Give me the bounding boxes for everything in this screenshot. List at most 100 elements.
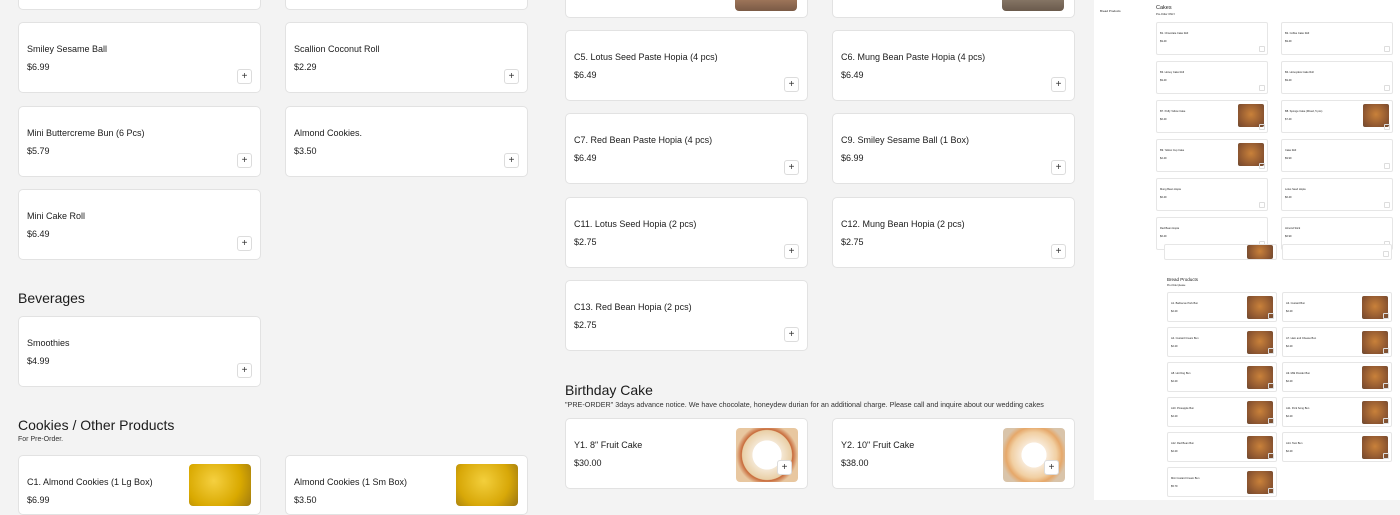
item-price: $6.99 bbox=[27, 495, 50, 505]
menu-item-card[interactable]: C9. Smiley Sesame Ball (1 Box) $6.99 + bbox=[832, 113, 1075, 184]
menu-item-card[interactable]: Scallion Coconut Roll $2.29 + bbox=[285, 22, 528, 93]
overview-item-price: $2.29 bbox=[1171, 310, 1178, 313]
overview-item-card: A3. Custard Bun $2.29 bbox=[1282, 292, 1392, 322]
overview-add-button bbox=[1383, 418, 1389, 424]
overview-item-price: $9.49 bbox=[1285, 79, 1292, 82]
overview-add-button bbox=[1383, 453, 1389, 459]
overview-item-card: B1. Chocolate Cake Roll $9.49 bbox=[1156, 22, 1268, 55]
overview-add-button bbox=[1268, 418, 1274, 424]
overview-item-price: $6.99 bbox=[1285, 235, 1292, 238]
overview-item-image bbox=[1247, 245, 1273, 259]
overview-item-price: $2.29 bbox=[1171, 345, 1178, 348]
add-button[interactable]: + bbox=[237, 236, 252, 251]
item-image bbox=[735, 0, 797, 11]
menu-item-card[interactable]: C5. Lotus Seed Paste Hopia (4 pcs) $6.49… bbox=[565, 30, 808, 101]
overview-item-name: A14. Taro Bun bbox=[1286, 442, 1303, 445]
section-title-birthday-cake: Birthday Cake bbox=[565, 382, 653, 398]
menu-item-card[interactable]: C1. Almond Cookies (1 Lg Box) $6.99 bbox=[18, 455, 261, 515]
menu-item-card[interactable]: Almond Cookies. $3.50 + bbox=[285, 106, 528, 177]
overview-item-card: A9. Milk Powder Bun $2.29 bbox=[1282, 362, 1392, 392]
item-price: $3.50 bbox=[294, 146, 317, 156]
add-button[interactable]: + bbox=[237, 69, 252, 84]
overview-item-name: B4. Honeydew Cake Roll bbox=[1285, 71, 1314, 74]
overview-item-card: A1. Barbecue Pork Bun $2.29 bbox=[1167, 292, 1277, 322]
menu-item-card[interactable] bbox=[565, 0, 808, 18]
menu-item-card[interactable]: C13. Red Bean Hopia (2 pcs) $2.75 + bbox=[565, 280, 808, 351]
overview-item-price: $9.49 bbox=[1160, 79, 1167, 82]
add-button[interactable]: + bbox=[784, 77, 799, 92]
overview-add-button bbox=[1384, 202, 1390, 208]
menu-item-card[interactable] bbox=[18, 0, 261, 10]
overview-item-price: $7.49 bbox=[1285, 118, 1292, 121]
add-button[interactable]: + bbox=[784, 160, 799, 175]
add-button[interactable]: + bbox=[1051, 160, 1066, 175]
overview-item-name: A10. Pineapple Bun bbox=[1171, 407, 1194, 410]
menu-item-card[interactable]: Mini Cake Roll $6.49 + bbox=[18, 189, 261, 260]
item-price: $6.49 bbox=[841, 70, 864, 80]
menu-item-card[interactable] bbox=[285, 0, 528, 10]
overview-item-name: B1. Chocolate Cake Roll bbox=[1160, 32, 1189, 35]
menu-item-card[interactable]: Smiley Sesame Ball $6.99 + bbox=[18, 22, 261, 93]
menu-item-card[interactable] bbox=[832, 0, 1075, 18]
add-button[interactable]: + bbox=[1044, 460, 1059, 475]
add-button[interactable]: + bbox=[777, 460, 792, 475]
add-button[interactable]: + bbox=[1051, 244, 1066, 259]
overview-item-price: $9.99 bbox=[1285, 157, 1292, 160]
menu-item-card[interactable]: C6. Mung Bean Paste Hopia (4 pcs) $6.49 … bbox=[832, 30, 1075, 101]
menu-item-card[interactable]: C7. Red Bean Paste Hopia (4 pcs) $6.49 + bbox=[565, 113, 808, 184]
menu-item-card[interactable]: Smoothies $4.99 + bbox=[18, 316, 261, 387]
overview-item-price: $2.29 bbox=[1286, 380, 1293, 383]
overview-add-button bbox=[1383, 348, 1389, 354]
add-button[interactable]: + bbox=[784, 327, 799, 342]
overview-item-card: B9. Yellow Cup Cake $2.49 bbox=[1156, 139, 1268, 172]
overview-item-card: A10. Pineapple Bun $2.29 bbox=[1167, 397, 1277, 427]
section-subtitle-cookies: For Pre-Order. bbox=[18, 436, 64, 443]
overview-add-button bbox=[1259, 124, 1265, 130]
overview-item-name: B9. Yellow Cup Cake bbox=[1160, 149, 1185, 152]
overview-add-button bbox=[1383, 251, 1389, 257]
item-price: $5.79 bbox=[27, 146, 50, 156]
item-price: $6.99 bbox=[841, 153, 864, 163]
item-image bbox=[1002, 0, 1064, 11]
overview-item-price: $5.79 bbox=[1171, 485, 1178, 488]
menu-item-card[interactable]: Y2. 10" Fruit Cake $38.00 + bbox=[832, 418, 1075, 489]
menu-item-card[interactable]: C11. Lotus Seed Hopia (2 pcs) $2.75 + bbox=[565, 197, 808, 268]
overview-item-price: $9.49 bbox=[1285, 40, 1292, 43]
item-price: $3.50 bbox=[294, 495, 317, 505]
overview-item-price: $6.49 bbox=[1285, 196, 1292, 199]
overview-item-card: Cake Roll $9.99 bbox=[1281, 139, 1393, 172]
overview-item-name: Mung Bean Hopia bbox=[1160, 188, 1181, 191]
add-button[interactable]: + bbox=[237, 153, 252, 168]
section-subtitle-birthday-cake: "PRE-ORDER" 3days advance notice. We hav… bbox=[565, 400, 1044, 409]
item-name: C13. Red Bean Hopia (2 pcs) bbox=[574, 302, 692, 312]
overview-item-card: A11. Pork Song Bun $2.29 bbox=[1282, 397, 1392, 427]
add-button[interactable]: + bbox=[504, 69, 519, 84]
overview-item-name: Cake Roll bbox=[1285, 149, 1297, 152]
menu-item-card[interactable]: Mini Buttercreme Bun (6 Pcs) $5.79 + bbox=[18, 106, 261, 177]
overview-item-card: B4. Honeydew Cake Roll $9.49 bbox=[1281, 61, 1393, 94]
overview-add-button bbox=[1259, 46, 1265, 52]
overview-item-card: A12. Red Bean Bun $2.29 bbox=[1167, 432, 1277, 462]
item-price: $6.99 bbox=[27, 62, 50, 72]
item-price: $6.49 bbox=[574, 153, 597, 163]
item-price: $2.29 bbox=[294, 62, 317, 72]
section-title-cookies: Cookies / Other Products bbox=[18, 417, 175, 433]
overview-cakes-title: Cakes bbox=[1156, 5, 1172, 11]
overview-item-price: $2.29 bbox=[1286, 415, 1293, 418]
add-button[interactable]: + bbox=[1051, 77, 1066, 92]
overview-item-price: $2.29 bbox=[1286, 450, 1293, 453]
overview-item-card: Lotus Seed Hopia $6.49 bbox=[1281, 178, 1393, 211]
menu-item-card[interactable]: Y1. 8" Fruit Cake $30.00 + bbox=[565, 418, 808, 489]
item-price: $30.00 bbox=[574, 458, 602, 468]
overview-nav-bread-products[interactable]: Bread Products bbox=[1100, 9, 1121, 13]
add-button[interactable]: + bbox=[504, 153, 519, 168]
menu-item-card[interactable]: Almond Cookies (1 Sm Box) $3.50 bbox=[285, 455, 528, 515]
add-button[interactable]: + bbox=[237, 363, 252, 378]
add-button[interactable]: + bbox=[784, 244, 799, 259]
section-title-beverages: Beverages bbox=[18, 290, 85, 306]
item-name: Mini Buttercreme Bun (6 Pcs) bbox=[27, 128, 145, 138]
overview-item-card bbox=[1164, 244, 1277, 260]
item-name: C9. Smiley Sesame Ball (1 Box) bbox=[841, 135, 970, 145]
menu-item-card[interactable]: C12. Mung Bean Hopia (2 pcs) $2.75 + bbox=[832, 197, 1075, 268]
overview-cakes-subtitle: Pre-Order ONLY bbox=[1156, 13, 1176, 16]
